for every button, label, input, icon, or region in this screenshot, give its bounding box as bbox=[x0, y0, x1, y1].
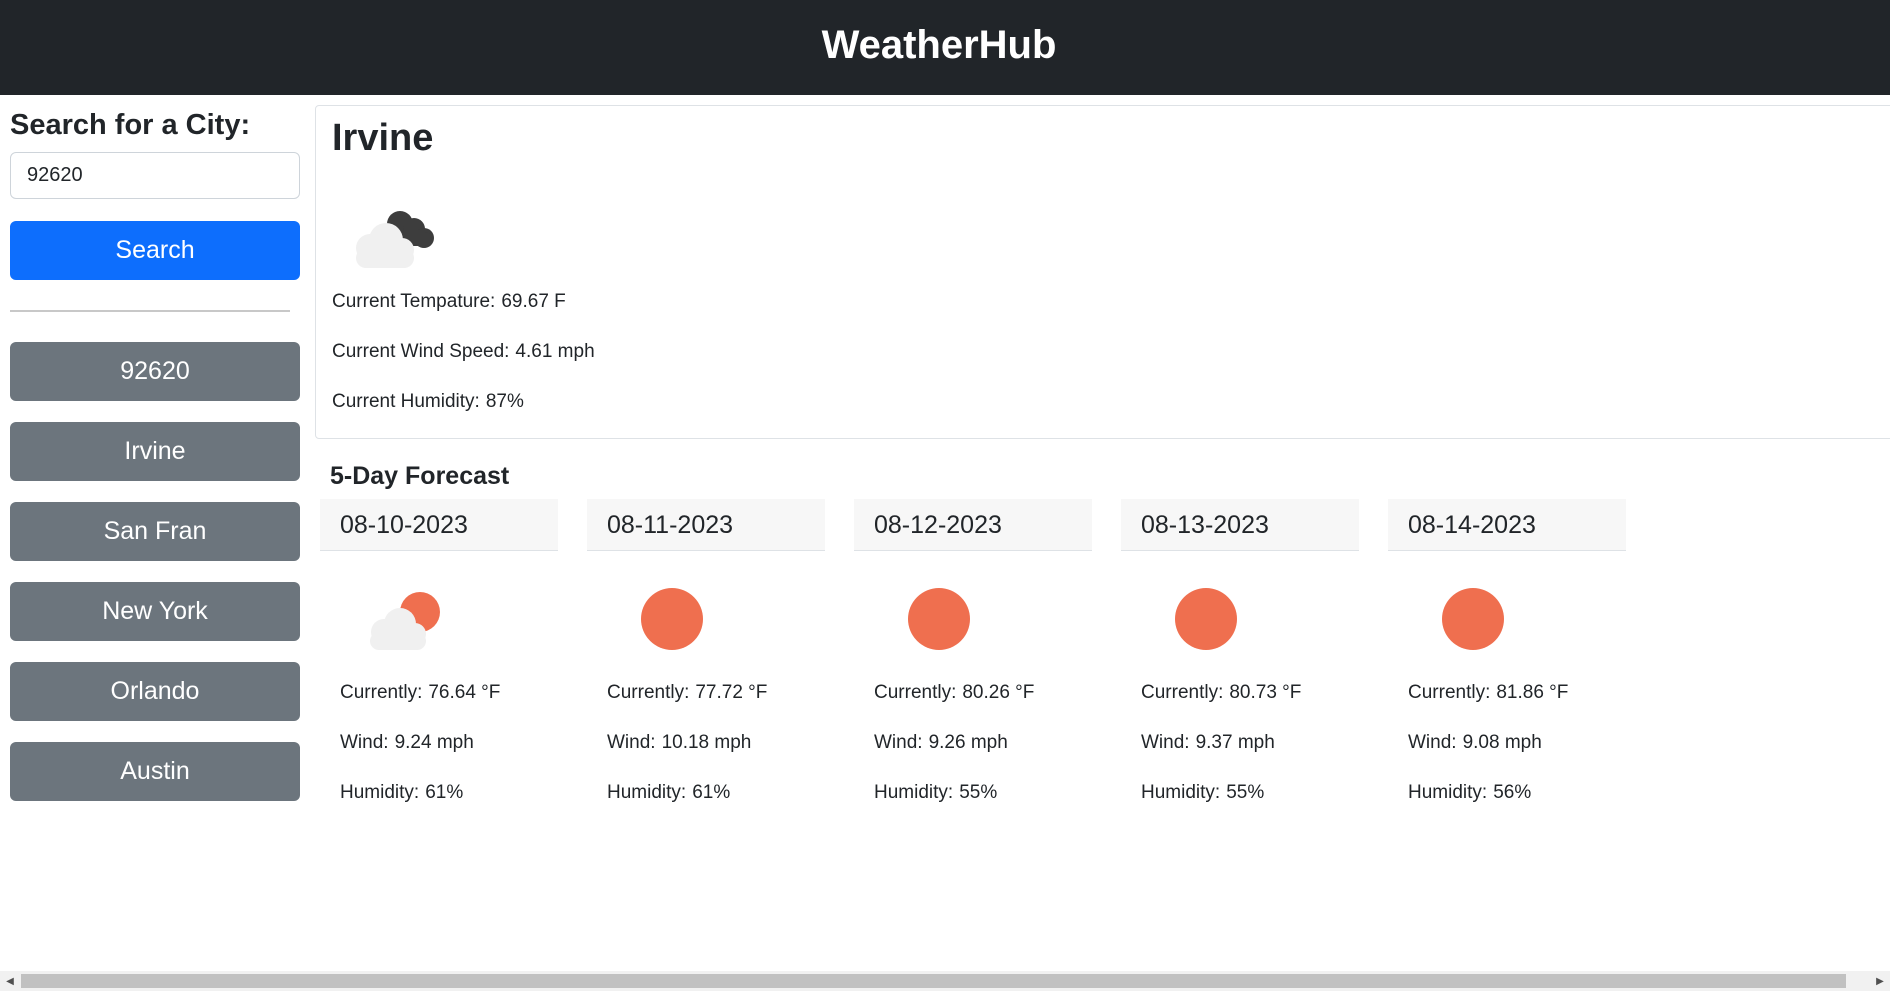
current-wind: Current Wind Speed: 4.61 mph bbox=[332, 340, 595, 364]
forecast-humidity-label: Humidity: bbox=[340, 782, 420, 803]
forecast-stats: Currently: 81.86 °F Wind: 9.08 mph Humid… bbox=[1388, 681, 1626, 805]
forecast-wind-label: Wind: bbox=[874, 732, 923, 753]
forecast-humidity-value: 55% bbox=[1226, 782, 1265, 803]
forecast-temperature: Currently: 76.64 °F bbox=[340, 681, 558, 705]
forecast-temp-label: Currently: bbox=[607, 682, 690, 703]
forecast-wind-label: Wind: bbox=[607, 732, 656, 753]
forecast-date: 08-13-2023 bbox=[1121, 499, 1359, 551]
forecast-humidity-value: 56% bbox=[1493, 782, 1532, 803]
forecast-humidity-label: Humidity: bbox=[1141, 782, 1221, 803]
forecast-temperature: Currently: 77.72 °F bbox=[607, 681, 825, 705]
forecast-humidity-value: 61% bbox=[692, 782, 731, 803]
sun-icon bbox=[1388, 551, 1626, 681]
forecast-wind-value: 9.08 mph bbox=[1462, 732, 1542, 753]
forecast-temp-value: 77.72 °F bbox=[695, 682, 768, 703]
wind-value: 4.61 mph bbox=[515, 341, 595, 362]
forecast-temp-value: 81.86 °F bbox=[1496, 682, 1569, 703]
forecast-humidity: Humidity: 61% bbox=[340, 781, 558, 805]
forecast-temp-value: 76.64 °F bbox=[428, 682, 501, 703]
current-weather-card: Irvine Current Tempature: 69.67 F Curren… bbox=[315, 105, 1890, 439]
forecast-title: 5-Day Forecast bbox=[330, 462, 510, 490]
forecast-humidity-value: 61% bbox=[425, 782, 464, 803]
forecast-temp-label: Currently: bbox=[1141, 682, 1224, 703]
current-stats: Current Tempature: 69.67 F Current Wind … bbox=[332, 290, 595, 440]
forecast-card: 08-13-2023 Currently: 80.73 °F Wind: 9.3… bbox=[1121, 499, 1359, 831]
forecast-date: 08-12-2023 bbox=[854, 499, 1092, 551]
forecast-card: 08-12-2023 Currently: 80.26 °F Wind: 9.2… bbox=[854, 499, 1092, 831]
search-label: Search for a City: bbox=[10, 109, 251, 141]
forecast-wind: Wind: 9.08 mph bbox=[1408, 731, 1626, 755]
forecast-wind: Wind: 9.26 mph bbox=[874, 731, 1092, 755]
app-title: WeatherHub bbox=[821, 23, 1057, 67]
forecast-wind-value: 9.37 mph bbox=[1195, 732, 1275, 753]
forecast-temp-value: 80.26 °F bbox=[962, 682, 1035, 703]
forecast-stats: Currently: 80.26 °F Wind: 9.26 mph Humid… bbox=[854, 681, 1092, 805]
forecast-stats: Currently: 77.72 °F Wind: 10.18 mph Humi… bbox=[587, 681, 825, 805]
forecast-wind: Wind: 9.37 mph bbox=[1141, 731, 1359, 755]
history-button[interactable]: Irvine bbox=[10, 422, 300, 481]
humidity-label: Current Humidity: bbox=[332, 391, 480, 412]
forecast-wind: Wind: 9.24 mph bbox=[340, 731, 558, 755]
temperature-value: 69.67 F bbox=[501, 291, 566, 312]
forecast-humidity: Humidity: 55% bbox=[874, 781, 1092, 805]
history-button[interactable]: Orlando bbox=[10, 662, 300, 721]
forecast-temp-value: 80.73 °F bbox=[1229, 682, 1302, 703]
humidity-value: 87% bbox=[485, 391, 524, 412]
forecast-row: 08-10-2023 Currently: 76.64 °F Wind: 9.2… bbox=[320, 499, 1626, 831]
forecast-wind-value: 9.24 mph bbox=[394, 732, 474, 753]
search-button[interactable]: Search bbox=[10, 221, 300, 280]
sidebar-divider bbox=[10, 310, 290, 312]
search-input[interactable] bbox=[10, 152, 300, 199]
forecast-wind-value: 9.26 mph bbox=[928, 732, 1008, 753]
forecast-humidity-value: 55% bbox=[959, 782, 998, 803]
sun-icon bbox=[587, 551, 825, 681]
current-temperature: Current Tempature: 69.67 F bbox=[332, 290, 595, 314]
forecast-humidity-label: Humidity: bbox=[1408, 782, 1488, 803]
forecast-humidity-label: Humidity: bbox=[874, 782, 954, 803]
scroll-left-icon[interactable]: ◀ bbox=[0, 971, 20, 991]
forecast-temp-label: Currently: bbox=[1408, 682, 1491, 703]
search-history-list: 92620 Irvine San Fran New York Orlando A… bbox=[10, 342, 300, 822]
app-header: WeatherHub bbox=[0, 0, 1890, 95]
forecast-humidity: Humidity: 61% bbox=[607, 781, 825, 805]
scroll-right-icon[interactable]: ▶ bbox=[1870, 971, 1890, 991]
forecast-temp-label: Currently: bbox=[874, 682, 957, 703]
partly-cloudy-icon bbox=[320, 551, 558, 681]
current-humidity: Current Humidity: 87% bbox=[332, 390, 595, 414]
sun-icon bbox=[854, 551, 1092, 681]
forecast-stats: Currently: 76.64 °F Wind: 9.24 mph Humid… bbox=[320, 681, 558, 805]
forecast-temp-label: Currently: bbox=[340, 682, 423, 703]
history-button[interactable]: Austin bbox=[10, 742, 300, 801]
sidebar: Search for a City: Search 92620 Irvine S… bbox=[10, 105, 300, 822]
forecast-date: 08-10-2023 bbox=[320, 499, 558, 551]
forecast-wind-label: Wind: bbox=[1141, 732, 1190, 753]
forecast-date: 08-11-2023 bbox=[587, 499, 825, 551]
forecast-wind-value: 10.18 mph bbox=[661, 732, 752, 753]
city-name: Irvine bbox=[332, 117, 434, 159]
forecast-stats: Currently: 80.73 °F Wind: 9.37 mph Humid… bbox=[1121, 681, 1359, 805]
forecast-card: 08-10-2023 Currently: 76.64 °F Wind: 9.2… bbox=[320, 499, 558, 831]
forecast-temperature: Currently: 80.26 °F bbox=[874, 681, 1092, 705]
forecast-card: 08-11-2023 Currently: 77.72 °F Wind: 10.… bbox=[587, 499, 825, 831]
forecast-wind: Wind: 10.18 mph bbox=[607, 731, 825, 755]
scrollbar-thumb[interactable] bbox=[21, 974, 1846, 988]
forecast-wind-label: Wind: bbox=[340, 732, 389, 753]
wind-label: Current Wind Speed: bbox=[332, 341, 510, 362]
forecast-humidity: Humidity: 56% bbox=[1408, 781, 1626, 805]
history-button[interactable]: San Fran bbox=[10, 502, 300, 561]
forecast-temperature: Currently: 81.86 °F bbox=[1408, 681, 1626, 705]
forecast-wind-label: Wind: bbox=[1408, 732, 1457, 753]
forecast-temperature: Currently: 80.73 °F bbox=[1141, 681, 1359, 705]
forecast-humidity-label: Humidity: bbox=[607, 782, 687, 803]
forecast-date: 08-14-2023 bbox=[1388, 499, 1626, 551]
history-button[interactable]: New York bbox=[10, 582, 300, 641]
horizontal-scrollbar[interactable]: ◀ ▶ bbox=[0, 971, 1890, 991]
broken-clouds-icon bbox=[348, 196, 438, 281]
forecast-card: 08-14-2023 Currently: 81.86 °F Wind: 9.0… bbox=[1388, 499, 1626, 831]
history-button[interactable]: 92620 bbox=[10, 342, 300, 401]
sun-icon bbox=[1121, 551, 1359, 681]
forecast-humidity: Humidity: 55% bbox=[1141, 781, 1359, 805]
temperature-label: Current Tempature: bbox=[332, 291, 496, 312]
